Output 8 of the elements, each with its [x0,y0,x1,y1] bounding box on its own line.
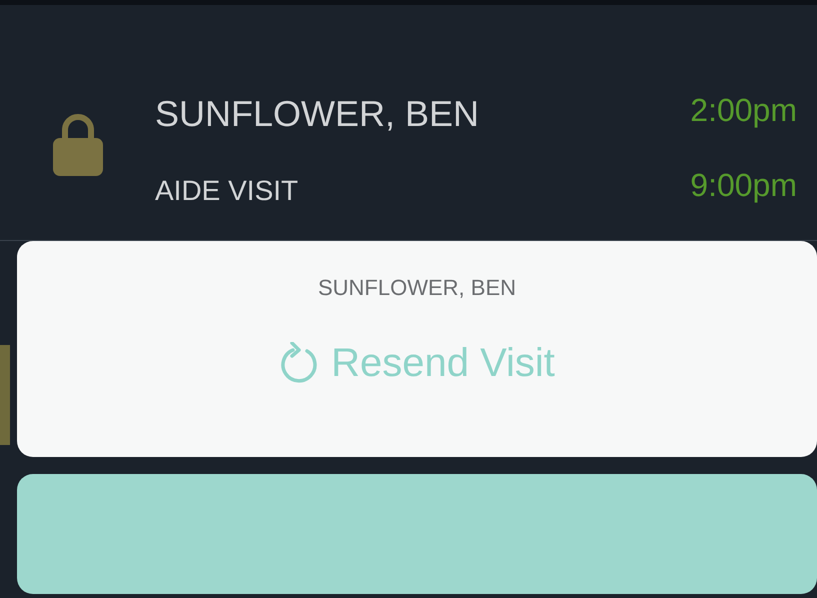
client-name: SUNFLOWER, BEN [155,93,480,135]
resend-button[interactable]: Resend Visit [279,341,555,386]
cancel-button[interactable] [17,474,817,594]
sheet-title: SUNFLOWER, BEN [318,275,516,301]
start-time: 2:00pm [690,92,797,128]
refresh-icon [279,342,320,386]
end-time: 9:00pm [690,166,797,204]
visit-type: AIDE VISIT [155,175,300,207]
